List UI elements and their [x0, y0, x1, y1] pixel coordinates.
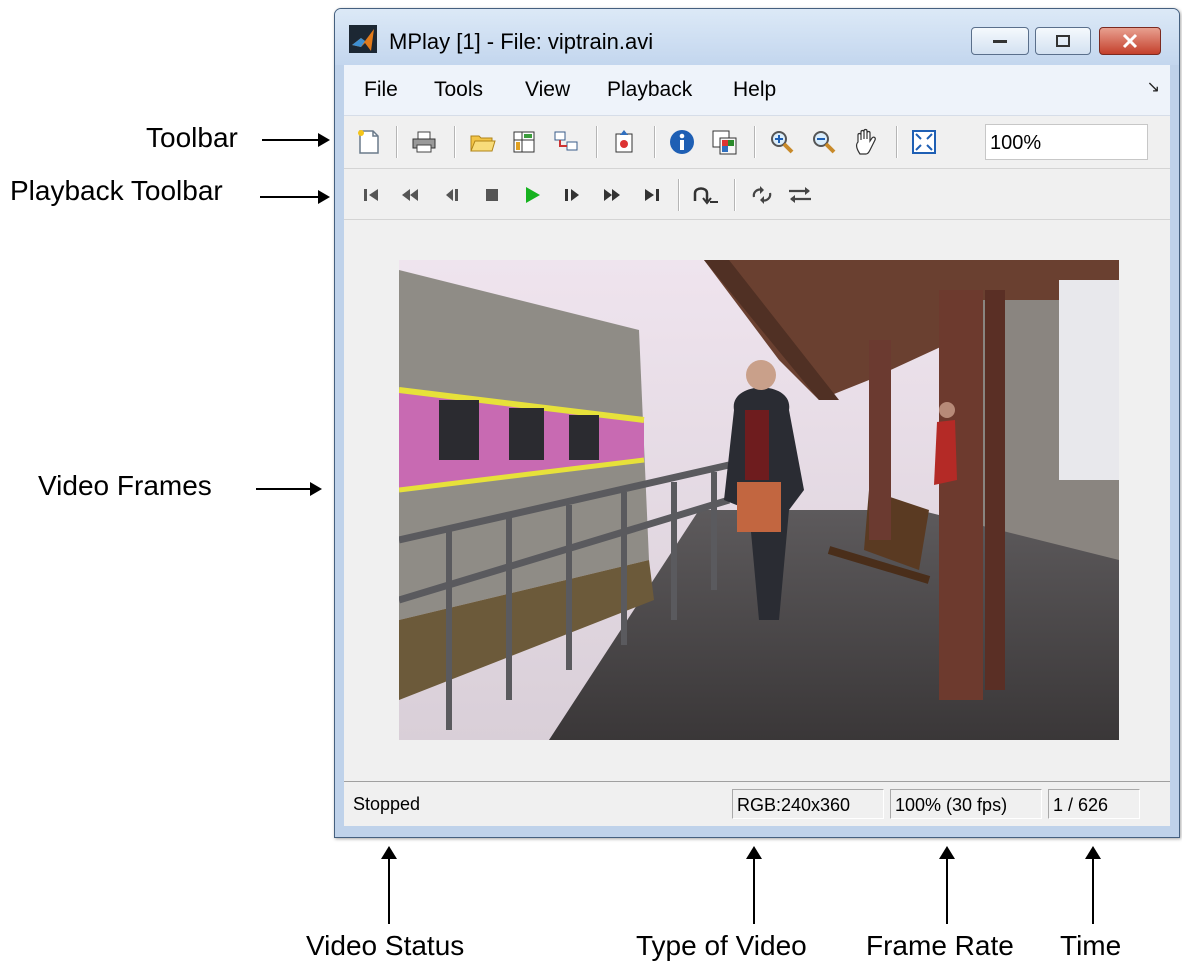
video-frame-image[interactable]: [399, 260, 1119, 740]
matlab-logo-icon: [349, 25, 377, 53]
toolbar-separator: [654, 126, 656, 158]
dock-arrow-icon[interactable]: ↘: [1147, 77, 1160, 97]
rewind-icon[interactable]: [394, 179, 426, 211]
jump-to-icon[interactable]: [690, 179, 722, 211]
annotation-type-of-video: Type of Video: [636, 930, 807, 961]
zoom-level-field[interactable]: 100%: [985, 124, 1148, 160]
annotation-type-of-video-arrow: [746, 846, 762, 924]
minimize-button[interactable]: [971, 27, 1029, 55]
toolbar: 100%: [344, 116, 1170, 169]
frame-position-cell: 1 / 626: [1048, 789, 1140, 819]
zoom-in-icon[interactable]: [766, 126, 798, 158]
import-icon[interactable]: [508, 126, 540, 158]
fast-forward-icon[interactable]: [596, 179, 628, 211]
maximize-button[interactable]: [1035, 27, 1091, 55]
play-icon[interactable]: [516, 179, 548, 211]
menu-help[interactable]: Help: [733, 78, 776, 102]
annotation-time: Time: [1060, 930, 1122, 961]
colormap-icon[interactable]: [708, 126, 740, 158]
close-icon: [1122, 33, 1138, 49]
video-status: Stopped: [353, 794, 421, 814]
mplay-window: MPlay [1] - File: viptrain.avi File Tool…: [334, 8, 1180, 838]
toolbar-separator: [596, 126, 598, 158]
go-to-first-icon[interactable]: [356, 179, 388, 211]
minimize-icon: [993, 40, 1007, 43]
menu-view[interactable]: View: [525, 78, 570, 102]
frame-rate-cell: 100% (30 fps): [890, 789, 1042, 819]
go-to-last-icon[interactable]: [636, 179, 668, 211]
loop-icon[interactable]: [746, 179, 778, 211]
toolbar-separator: [678, 179, 680, 211]
annotation-video-status: Video Status: [306, 930, 465, 961]
new-figure-icon[interactable]: [352, 126, 384, 158]
menu-tools[interactable]: Tools: [434, 78, 483, 102]
window-title: MPlay [1] - File: viptrain.avi: [389, 29, 654, 54]
export-icon[interactable]: [608, 126, 640, 158]
annotation-toolbar-arrow: [262, 133, 330, 147]
annotation-playback-toolbar: Playback Toolbar: [10, 175, 223, 206]
video-viewport: [344, 220, 1170, 774]
menu-file[interactable]: File: [364, 78, 398, 102]
menu-playback[interactable]: Playback: [607, 78, 692, 102]
status-bar: Stopped RGB:240x360 100% (30 fps) 1 / 62…: [344, 781, 1170, 826]
toolbar-separator: [396, 126, 398, 158]
annotation-video-frames-arrow: [256, 482, 322, 496]
fit-to-view-icon[interactable]: [908, 126, 940, 158]
menu-bar: File Tools View Playback Help ↘: [344, 65, 1170, 116]
print-icon[interactable]: [408, 126, 440, 158]
window-client-area: File Tools View Playback Help ↘ 100% Sto…: [344, 65, 1170, 826]
stop-icon[interactable]: [476, 179, 508, 211]
close-button[interactable]: [1099, 27, 1161, 55]
playback-toolbar: [344, 169, 1170, 220]
annotation-frame-rate: Frame Rate: [866, 930, 1014, 961]
autoreverse-icon[interactable]: [784, 179, 816, 211]
open-folder-icon[interactable]: [466, 126, 498, 158]
toolbar-separator: [754, 126, 756, 158]
annotation-frame-rate-arrow: [939, 846, 955, 924]
video-type-cell: RGB:240x360: [732, 789, 884, 819]
toolbar-separator: [896, 126, 898, 158]
annotation-video-frames: Video Frames: [38, 470, 212, 501]
annotation-time-arrow: [1085, 846, 1101, 924]
pan-icon[interactable]: [850, 126, 882, 158]
step-forward-icon[interactable]: [556, 179, 588, 211]
annotation-toolbar: Toolbar: [146, 122, 238, 153]
annotation-playback-toolbar-arrow: [260, 190, 330, 204]
annotation-video-status-arrow: [381, 846, 397, 924]
title-bar[interactable]: MPlay [1] - File: viptrain.avi: [335, 9, 1179, 65]
zoom-out-icon[interactable]: [808, 126, 840, 158]
toolbar-separator: [454, 126, 456, 158]
step-back-icon[interactable]: [436, 179, 468, 211]
maximize-icon: [1056, 35, 1070, 47]
connect-icon[interactable]: [550, 126, 582, 158]
toolbar-separator: [734, 179, 736, 211]
info-icon[interactable]: [666, 126, 698, 158]
